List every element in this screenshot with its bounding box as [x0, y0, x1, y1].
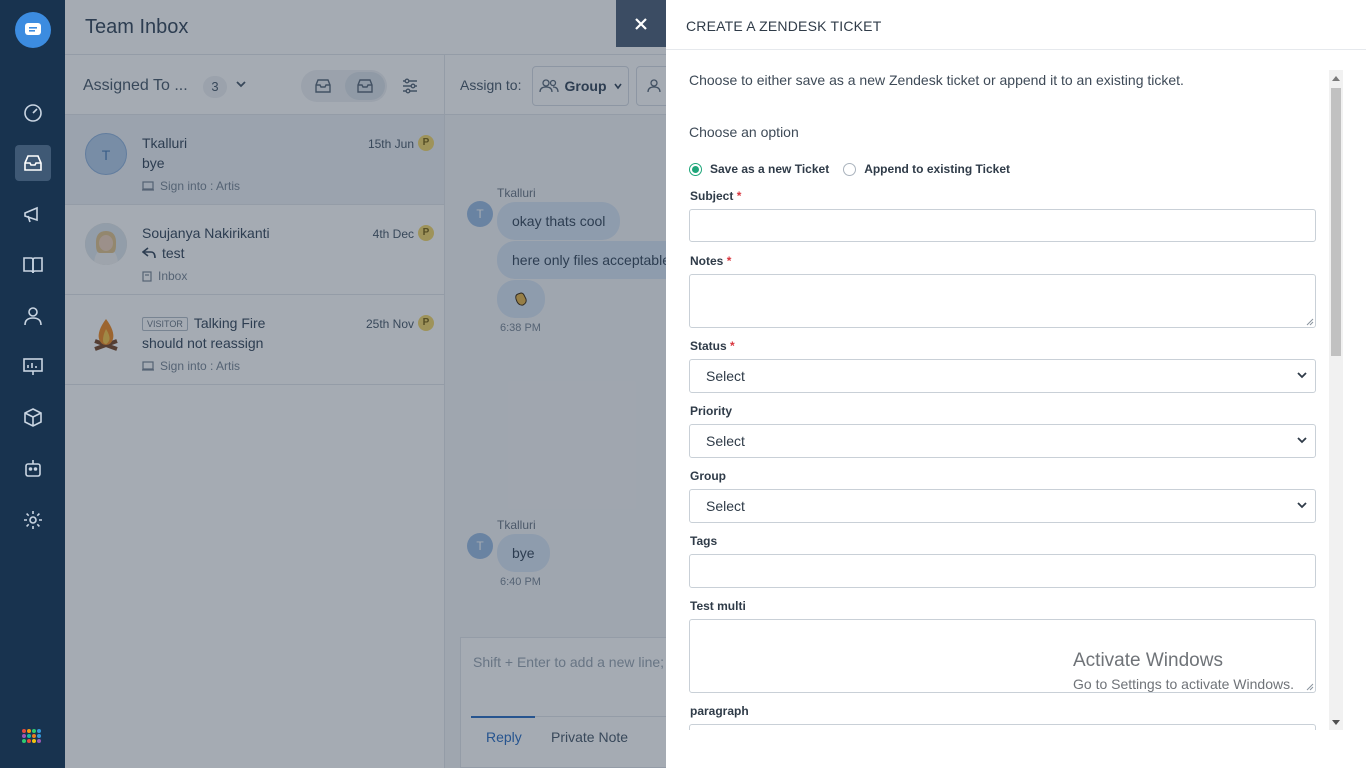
- campaign-megaphone-icon[interactable]: [15, 197, 51, 233]
- status-select-value: Select: [706, 368, 745, 384]
- chevron-down-icon: [1297, 437, 1307, 444]
- drawer-scrollbar[interactable]: [1329, 70, 1343, 730]
- group-select[interactable]: Select: [689, 489, 1316, 523]
- priority-select-value: Select: [706, 433, 745, 449]
- drawer-intro-text: Choose to either save as a new Zendesk t…: [689, 72, 1184, 88]
- inbox-icon[interactable]: [15, 145, 51, 181]
- drawer-form: Choose to either save as a new Zendesk t…: [666, 50, 1366, 730]
- close-icon: [635, 17, 647, 30]
- scroll-down-arrow-icon[interactable]: [1332, 720, 1340, 725]
- bot-icon[interactable]: [15, 451, 51, 487]
- required-mark: *: [726, 254, 732, 268]
- notes-label: Notes *: [690, 254, 731, 268]
- integrations-cube-icon[interactable]: [15, 400, 51, 436]
- subject-label: Subject *: [690, 189, 741, 203]
- reports-chart-icon[interactable]: [15, 349, 51, 385]
- close-drawer-button[interactable]: [616, 0, 666, 47]
- settings-gear-icon[interactable]: [15, 502, 51, 538]
- priority-label: Priority: [690, 404, 733, 418]
- chevron-down-icon: [1297, 502, 1307, 509]
- notes-textarea[interactable]: [689, 274, 1316, 328]
- paragraph-input[interactable]: [689, 724, 1316, 730]
- modal-backdrop[interactable]: [65, 0, 666, 768]
- paragraph-label: paragraph: [690, 704, 749, 718]
- tags-input[interactable]: [689, 554, 1316, 588]
- dashboard-icon[interactable]: [15, 95, 51, 131]
- resize-handle-icon: [1306, 318, 1314, 326]
- radio-append-ticket-label[interactable]: Append to existing Ticket: [864, 162, 1010, 176]
- status-select[interactable]: Select: [689, 359, 1316, 393]
- ticket-option-radios: Save as a new Ticket Append to existing …: [689, 162, 1010, 176]
- priority-select[interactable]: Select: [689, 424, 1316, 458]
- app-logo-icon[interactable]: [15, 12, 51, 48]
- required-mark: *: [736, 189, 742, 203]
- left-nav-rail: [0, 0, 65, 768]
- watermark-subtitle: Go to Settings to activate Windows.: [1073, 676, 1294, 692]
- tags-label: Tags: [690, 534, 718, 548]
- radio-append-ticket[interactable]: [843, 162, 857, 176]
- status-label-text: Status: [690, 339, 727, 353]
- drawer-title: CREATE A ZENDESK TICKET: [686, 18, 882, 34]
- contacts-user-icon[interactable]: [15, 298, 51, 334]
- radio-new-ticket[interactable]: [689, 162, 702, 176]
- watermark-title: Activate Windows: [1073, 650, 1223, 671]
- radio-new-ticket-label[interactable]: Save as a new Ticket: [710, 162, 829, 176]
- status-label: Status *: [690, 339, 735, 353]
- test-multi-label: Test multi: [690, 599, 746, 613]
- notes-label-text: Notes: [690, 254, 724, 268]
- windows-activation-watermark: Activate Windows Go to Settings to activ…: [1073, 650, 1294, 692]
- chevron-down-icon: [1297, 372, 1307, 379]
- subject-label-text: Subject: [690, 189, 734, 203]
- scroll-up-arrow-icon[interactable]: [1332, 76, 1340, 81]
- apps-grid-icon[interactable]: [22, 729, 41, 743]
- group-label: Group: [690, 469, 726, 483]
- required-mark: *: [730, 339, 735, 353]
- resize-handle-icon: [1306, 683, 1314, 691]
- group-select-value: Select: [706, 498, 745, 514]
- knowledge-book-icon[interactable]: [15, 247, 51, 283]
- scrollbar-thumb[interactable]: [1331, 88, 1341, 356]
- drawer-header: CREATE A ZENDESK TICKET: [666, 0, 1366, 50]
- choose-option-label: Choose an option: [689, 124, 799, 140]
- subject-input[interactable]: [689, 209, 1316, 242]
